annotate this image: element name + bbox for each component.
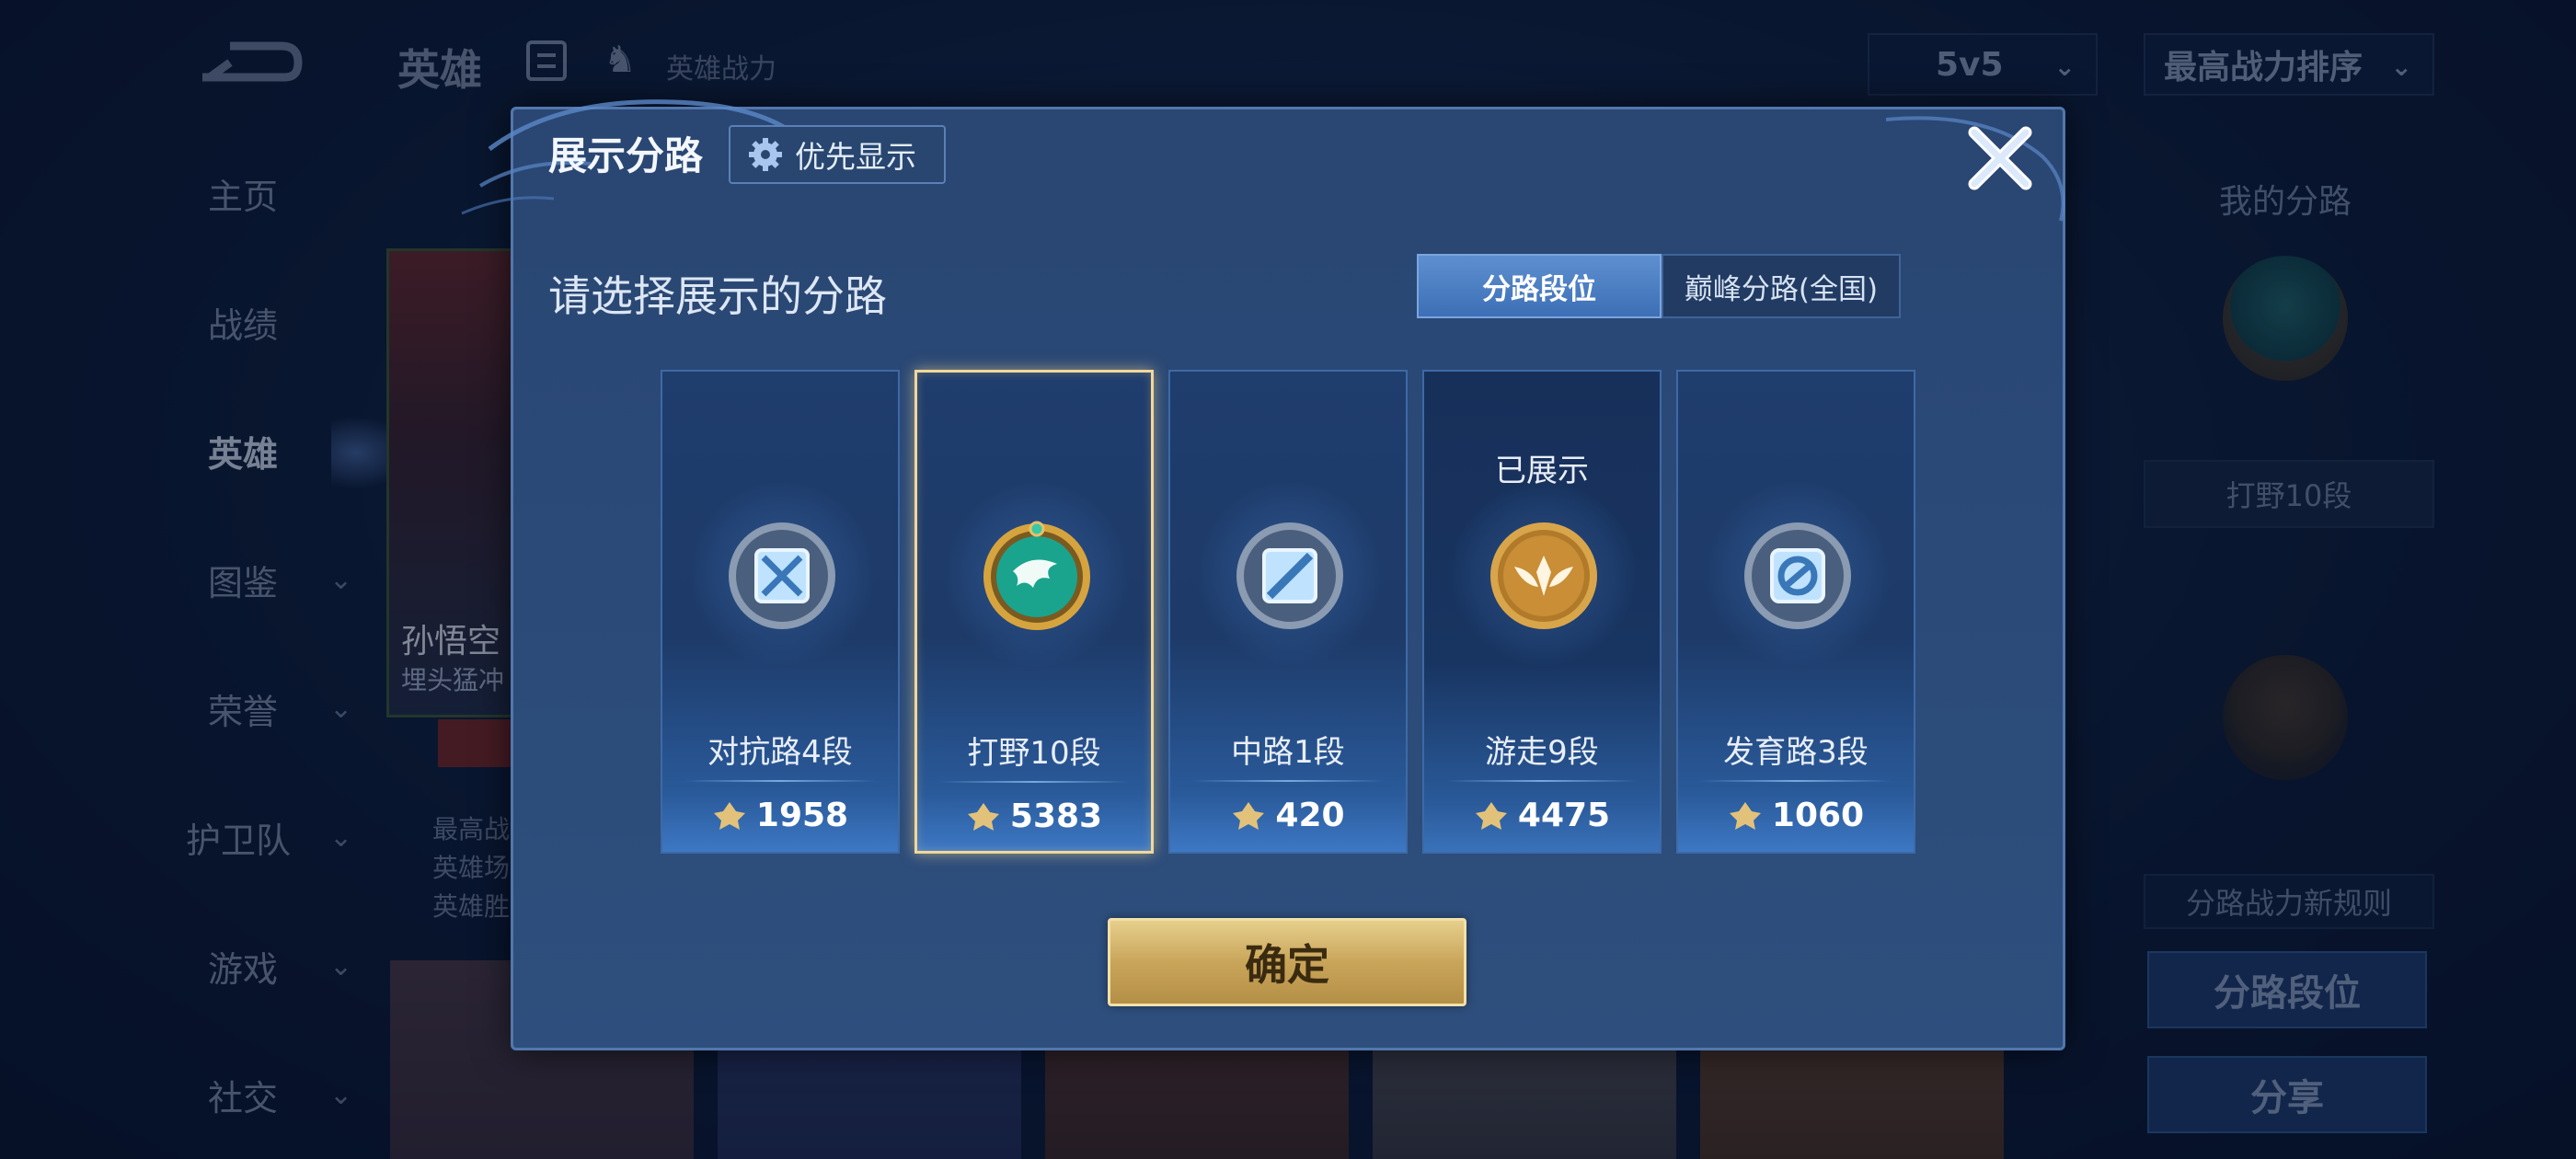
role-score: 4475 (1424, 797, 1660, 834)
dialog-title: 展示分路 (548, 133, 704, 178)
role-score-value: 5383 (1009, 798, 1103, 835)
role-name: 打野10段 (967, 735, 1101, 772)
priority-display-label: 优先显示 (795, 139, 916, 175)
power-icon (1729, 801, 1761, 830)
power-icon (1233, 801, 1265, 830)
role-score-value: 1060 (1771, 797, 1865, 834)
tab-peak-role[interactable]: 巅峰分路(全国) (1662, 254, 1901, 318)
power-icon (1475, 801, 1507, 830)
divider (1700, 780, 1892, 782)
role-score-value: 1958 (755, 797, 849, 834)
close-icon[interactable] (1961, 120, 2039, 197)
role-score-value: 4475 (1517, 797, 1611, 834)
role-name: 中路1段 (1231, 734, 1345, 771)
role-score: 5383 (917, 798, 1151, 835)
mid-lane-icon (1236, 522, 1343, 629)
clash-lane-icon (729, 522, 835, 629)
role-card-jungle[interactable]: 打野10段 5383 (914, 370, 1154, 854)
jungle-dragon-icon (983, 521, 1090, 630)
divider (1446, 780, 1638, 782)
roam-wings-icon (1490, 522, 1597, 629)
power-icon (713, 801, 745, 830)
gear-icon (749, 138, 782, 171)
farm-lane-icon (1744, 522, 1851, 629)
divider (1192, 780, 1384, 782)
dialog-subtitle: 请选择展示的分路 (548, 271, 887, 321)
power-icon (967, 802, 999, 831)
role-name: 发育路3段 (1723, 734, 1869, 771)
divider (939, 781, 1129, 783)
role-name: 游走9段 (1485, 734, 1599, 771)
role-score: 1958 (662, 797, 898, 834)
tab-role-rank[interactable]: 分路段位 (1417, 254, 1662, 318)
role-card-clash[interactable]: 对抗路4段 1958 (661, 370, 900, 854)
confirm-button[interactable]: 确定 (1108, 918, 1466, 1006)
role-card-roam[interactable]: 已展示 游走9段 4475 (1422, 370, 1662, 854)
priority-display-button[interactable]: 优先显示 (729, 125, 946, 184)
role-score: 420 (1170, 797, 1406, 834)
divider (684, 780, 876, 782)
role-name: 对抗路4段 (707, 734, 853, 771)
role-score: 1060 (1678, 797, 1914, 834)
role-card-farm[interactable]: 发育路3段 1060 (1676, 370, 1915, 854)
role-card-mid[interactable]: 中路1段 420 (1168, 370, 1408, 854)
role-score-value: 420 (1275, 797, 1345, 834)
